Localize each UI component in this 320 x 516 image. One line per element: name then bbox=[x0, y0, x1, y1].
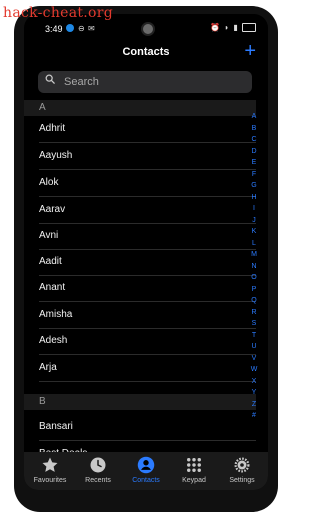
add-contact-button[interactable]: + bbox=[244, 40, 256, 63]
tab-settings[interactable]: Settings bbox=[218, 452, 266, 490]
index-letter[interactable]: B bbox=[247, 123, 261, 135]
index-letter[interactable]: P bbox=[247, 284, 261, 296]
tab-contacts[interactable]: Contacts bbox=[122, 452, 170, 490]
signal-icon: ▮ bbox=[233, 23, 239, 32]
contact-row[interactable]: Avni bbox=[39, 223, 256, 250]
do-not-disturb-icon: ⊖ bbox=[78, 24, 85, 33]
contact-row[interactable]: Arja bbox=[39, 355, 256, 382]
star-icon bbox=[42, 457, 58, 472]
index-letter[interactable]: Q bbox=[247, 295, 261, 307]
index-letter[interactable]: X bbox=[247, 376, 261, 388]
index-letter[interactable]: W bbox=[247, 364, 261, 376]
contact-row[interactable]: Bansari bbox=[39, 414, 256, 441]
contact-row[interactable]: Amisha bbox=[39, 302, 256, 329]
search-icon bbox=[45, 74, 55, 84]
alarm-icon: ⏰ bbox=[210, 23, 222, 32]
tab-label: Settings bbox=[229, 477, 255, 484]
tab-label: Contacts bbox=[132, 477, 160, 484]
notification-dot-icon bbox=[66, 24, 74, 32]
alphabet-index[interactable]: A B C D E F G H I J K L M N O P Q R S T … bbox=[247, 111, 261, 422]
index-letter[interactable]: L bbox=[247, 238, 261, 250]
contact-row[interactable]: Adhrit bbox=[39, 116, 256, 143]
index-letter[interactable]: C bbox=[247, 134, 261, 146]
section-letter: A bbox=[39, 102, 46, 113]
search-bar[interactable] bbox=[38, 71, 252, 93]
keypad-icon bbox=[187, 458, 201, 472]
contact-row[interactable]: Aarav bbox=[39, 197, 256, 224]
tab-recents[interactable]: Recents bbox=[74, 452, 122, 490]
status-icons: ⏰ ◗ ▮ bbox=[210, 23, 256, 33]
section-header-b: B bbox=[24, 394, 256, 410]
index-letter[interactable]: Y bbox=[247, 387, 261, 399]
person-icon bbox=[137, 456, 155, 474]
contact-row[interactable]: Alok bbox=[39, 170, 256, 197]
watermark: hack-cheat.org bbox=[3, 5, 114, 21]
index-letter[interactable]: A bbox=[247, 111, 261, 123]
index-letter[interactable]: M bbox=[247, 249, 261, 261]
index-letter[interactable]: G bbox=[247, 180, 261, 192]
screen: 3:49 ⊖ ✉ ⏰ ◗ ▮ Contacts + A Adhrit Aayus… bbox=[24, 14, 268, 490]
contact-row[interactable]: Aadit bbox=[39, 249, 256, 276]
index-letter[interactable]: O bbox=[247, 272, 261, 284]
index-letter[interactable]: D bbox=[247, 146, 261, 158]
index-letter[interactable]: S bbox=[247, 318, 261, 330]
tab-keypad[interactable]: Keypad bbox=[170, 452, 218, 490]
index-letter[interactable]: H bbox=[247, 192, 261, 204]
wifi-icon: ◗ bbox=[224, 23, 231, 32]
contact-row[interactable]: Anant bbox=[39, 275, 256, 302]
index-letter[interactable]: V bbox=[247, 353, 261, 365]
header: Contacts + bbox=[24, 40, 268, 66]
index-letter[interactable]: T bbox=[247, 330, 261, 342]
tab-favourites[interactable]: Favourites bbox=[26, 452, 74, 490]
index-letter[interactable]: K bbox=[247, 226, 261, 238]
index-letter[interactable]: E bbox=[247, 157, 261, 169]
index-letter[interactable]: F bbox=[247, 169, 261, 181]
index-letter[interactable]: N bbox=[247, 261, 261, 273]
status-time: 3:49 bbox=[45, 24, 63, 34]
bottom-tab-bar: Favourites Recents Contacts Keypad Setti… bbox=[24, 452, 268, 490]
index-letter[interactable]: # bbox=[247, 410, 261, 422]
front-camera bbox=[141, 22, 155, 36]
contact-row[interactable]: Aayush bbox=[39, 143, 256, 170]
tab-label: Keypad bbox=[182, 477, 206, 484]
index-letter[interactable]: U bbox=[247, 341, 261, 353]
clock-icon bbox=[90, 457, 106, 473]
gear-icon bbox=[234, 457, 250, 473]
tab-label: Favourites bbox=[33, 477, 67, 484]
index-letter[interactable]: J bbox=[247, 215, 261, 227]
index-letter[interactable]: I bbox=[247, 203, 261, 215]
tab-label: Recents bbox=[85, 477, 111, 484]
search-input[interactable] bbox=[64, 74, 244, 89]
index-letter[interactable]: R bbox=[247, 307, 261, 319]
section-header-a: A bbox=[24, 100, 256, 116]
contact-row[interactable]: Adesh bbox=[39, 328, 256, 355]
section-letter: B bbox=[39, 396, 46, 407]
index-letter[interactable]: Z bbox=[247, 399, 261, 411]
page-title: Contacts bbox=[122, 46, 170, 58]
mail-icon: ✉ bbox=[88, 24, 95, 33]
battery-icon bbox=[242, 23, 256, 33]
